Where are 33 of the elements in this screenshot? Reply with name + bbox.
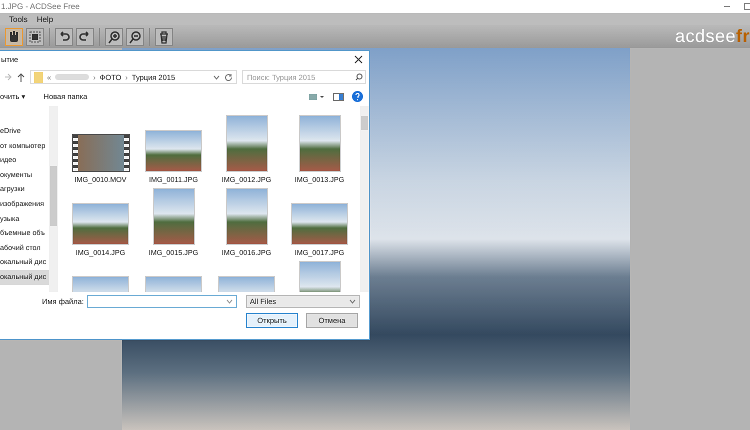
zoom-out-icon[interactable] [126,28,144,46]
refresh-icon[interactable] [224,72,233,82]
dropdown-icon [348,298,356,304]
photo-thumbnail[interactable] [226,115,268,172]
undo-icon[interactable] [55,28,73,46]
close-icon[interactable] [354,54,363,64]
app-logo: acdseefr [674,26,750,47]
folder-icon [34,72,43,82]
scrollbar[interactable] [49,106,58,292]
video-thumbnail[interactable] [72,134,130,172]
zoom-in-icon[interactable] [105,28,123,46]
photo-thumbnail[interactable] [291,203,348,245]
maximize-icon[interactable] [744,3,750,10]
up-arrow-icon[interactable] [17,72,25,82]
menu-item[interactable]: Help [36,14,54,24]
photo-thumbnail[interactable] [226,188,268,245]
select-icon[interactable] [26,28,44,46]
view-options-icon[interactable] [309,92,325,100]
dropdown-icon[interactable] [213,74,220,80]
file-name-field[interactable] [86,294,237,308]
photo-thumbnail[interactable] [298,115,340,172]
window-title: 1.JPG - ACDSee Free [0,2,80,11]
dropdown-icon[interactable] [226,298,233,304]
menu-item[interactable]: Tools [9,14,28,24]
photo-thumbnail[interactable] [152,188,194,245]
hand-icon[interactable] [5,28,23,46]
photo-thumbnail[interactable] [72,203,129,245]
preview-pane-icon[interactable] [333,92,344,100]
trash-icon[interactable] [155,28,173,46]
help-icon[interactable] [352,91,363,102]
photo-thumbnail[interactable] [145,130,202,172]
redo-icon[interactable] [76,28,94,46]
scrollbar[interactable] [360,106,369,292]
